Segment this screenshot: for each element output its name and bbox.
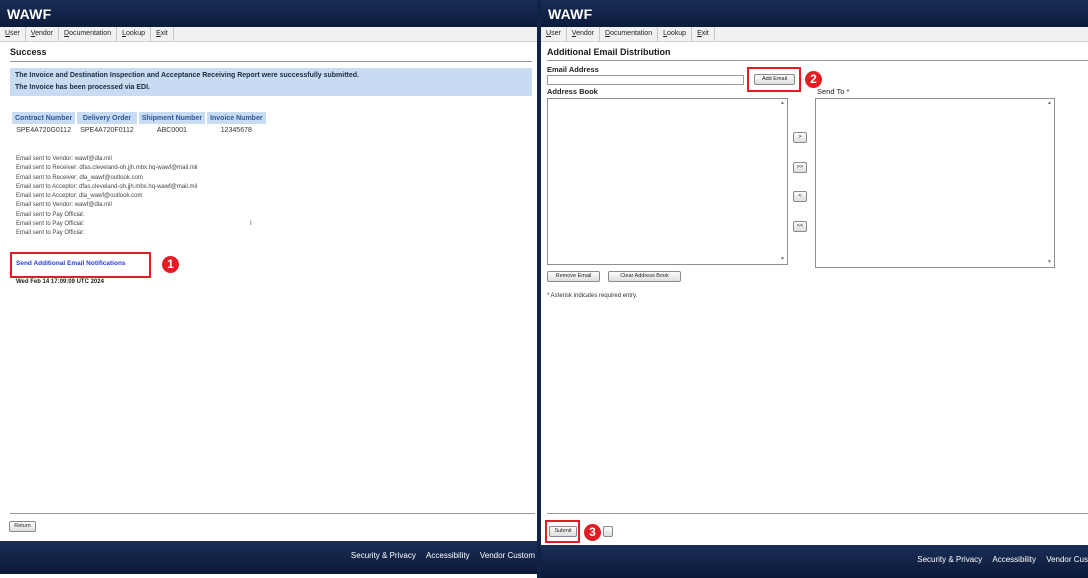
col-invoice-number: Invoice Number	[207, 112, 266, 124]
menu-lookup[interactable]: Lookup	[658, 27, 693, 41]
list-item: Email sent to Vendor: wawf@dla.mil	[16, 202, 112, 209]
timestamp: Wed Feb 14 17:09:09 UTC 2024	[16, 279, 104, 285]
footer-accessibility-link[interactable]: Accessibility	[992, 555, 1036, 564]
email-address-label: Email Address	[547, 65, 599, 74]
footer-vendor-link[interactable]: Vendor Custom	[480, 551, 535, 560]
menu-user[interactable]: User	[541, 27, 567, 41]
scroll-down-icon[interactable]: ▼	[1047, 259, 1052, 265]
list-item: Email sent to Vendor: wawf@dla.mil	[16, 156, 112, 162]
address-book-list[interactable]: ▲ ▼	[547, 98, 788, 265]
menu-documentation[interactable]: Documentation	[59, 27, 118, 41]
menu-exit[interactable]: Exit	[692, 27, 715, 41]
additional-email-window: WAWF User Vendor Documentation Lookup Ex…	[541, 0, 1088, 578]
edi-message: The Invoice has been processed via EDI.	[15, 84, 150, 91]
brand-logo: WAWF	[7, 6, 52, 22]
text-cursor-mark: I	[250, 221, 252, 227]
required-note: * Asterisk indicates required entry.	[547, 293, 638, 299]
menu-bar: User Vendor Documentation Lookup Exit	[541, 27, 1088, 42]
footer: Security & Privacy Accessibility Vendor …	[541, 545, 1088, 578]
list-item: Email sent to Acceptor: dfas.cleveland-o…	[16, 183, 198, 190]
footer: Security & Privacy Accessibility Vendor …	[0, 541, 537, 574]
return-button[interactable]: Return	[9, 521, 36, 532]
footer-links: Security & Privacy Accessibility Vendor …	[909, 555, 1088, 564]
step-badge-1: 1	[162, 256, 179, 273]
footer-security-privacy-link[interactable]: Security & Privacy	[351, 551, 416, 560]
success-message: The Invoice and Destination Inspection a…	[15, 72, 359, 79]
submit-button[interactable]: Submit	[549, 526, 577, 537]
menu-lookup[interactable]: Lookup	[117, 27, 152, 41]
col-delivery-order: Delivery Order	[77, 112, 137, 124]
menu-exit[interactable]: Exit	[151, 27, 174, 41]
send-additional-email-link[interactable]: Send Additional Email Notifications	[16, 260, 126, 267]
list-item: Email sent to Receiver: dfas.cleveland-o…	[16, 165, 198, 172]
email-address-input[interactable]	[547, 75, 744, 85]
list-item: Email sent to Acceptor: dla_wawf@outlook…	[16, 193, 143, 200]
menu-bar: User Vendor Documentation Lookup Exit	[0, 27, 537, 42]
title-divider	[10, 61, 532, 62]
footer-accessibility-link[interactable]: Accessibility	[426, 551, 470, 560]
menu-vendor[interactable]: Vendor	[567, 27, 600, 41]
top-banner: WAWF	[541, 0, 1088, 27]
page-title: Additional Email Distribution	[547, 47, 671, 57]
list-item: Email sent to Receiver: dla_wawf@outlook…	[16, 174, 143, 181]
scroll-down-icon[interactable]: ▼	[780, 256, 785, 262]
clear-address-book-button[interactable]: Clear Address Book	[608, 271, 681, 282]
footer-security-privacy-link[interactable]: Security & Privacy	[917, 555, 982, 564]
list-item: Email sent to Pay Official:	[16, 211, 85, 218]
scroll-up-icon[interactable]: ▲	[780, 100, 785, 106]
title-divider	[547, 60, 1088, 61]
add-email-button[interactable]: Add Email	[754, 74, 795, 85]
step-badge-2: 2	[805, 71, 822, 88]
list-item: Email sent to Pay Official:	[16, 221, 85, 228]
step-badge-3: 3	[584, 524, 601, 541]
menu-user[interactable]: User	[0, 27, 26, 41]
shipment-number-value: ABC0001	[156, 126, 187, 134]
brand-logo: WAWF	[548, 6, 593, 22]
menu-documentation[interactable]: Documentation	[600, 27, 659, 41]
bottom-divider	[10, 513, 535, 514]
move-all-left-button[interactable]: <<	[793, 221, 807, 232]
invoice-number-value: 12345678	[220, 126, 252, 134]
col-shipment-number: Shipment Number	[138, 112, 206, 124]
col-contract-number: Contract Number	[12, 112, 76, 124]
move-right-button[interactable]: >	[793, 132, 807, 143]
send-to-label: Send To *	[817, 87, 850, 96]
footer-vendor-link[interactable]: Vendor Cus	[1046, 555, 1088, 564]
partially-hidden-button[interactable]	[603, 526, 613, 537]
email-notification-list: Email sent to Vendor: wawf@dla.mil Email…	[16, 155, 198, 239]
bottom-divider	[547, 513, 1088, 514]
footer-links: Security & Privacy Accessibility Vendor …	[343, 551, 535, 560]
document-summary-table: Contract Number Delivery Order Shipment …	[10, 112, 268, 136]
table-row: SPE4A720G0112 SPE4A720F0112 ABC0001 1234…	[12, 124, 266, 136]
top-banner: WAWF	[0, 0, 537, 27]
contract-number-value: SPE4A720G0112	[16, 126, 71, 134]
delivery-order-value: SPE4A720F0112	[80, 126, 134, 134]
scroll-up-icon[interactable]: ▲	[1047, 100, 1052, 106]
move-left-button[interactable]: <	[793, 191, 807, 202]
success-window: WAWF User Vendor Documentation Lookup Ex…	[0, 0, 537, 578]
remove-email-button[interactable]: Remove Email	[547, 271, 600, 282]
move-all-right-button[interactable]: >>	[793, 162, 807, 173]
send-to-list[interactable]: ▲ ▼	[815, 98, 1055, 268]
success-message-box: The Invoice and Destination Inspection a…	[10, 68, 532, 96]
menu-vendor[interactable]: Vendor	[26, 27, 59, 41]
table-header-row: Contract Number Delivery Order Shipment …	[12, 112, 266, 124]
list-item: Email sent to Pay Official:	[16, 230, 85, 237]
address-book-label: Address Book	[547, 87, 598, 96]
page-title: Success	[10, 47, 47, 57]
